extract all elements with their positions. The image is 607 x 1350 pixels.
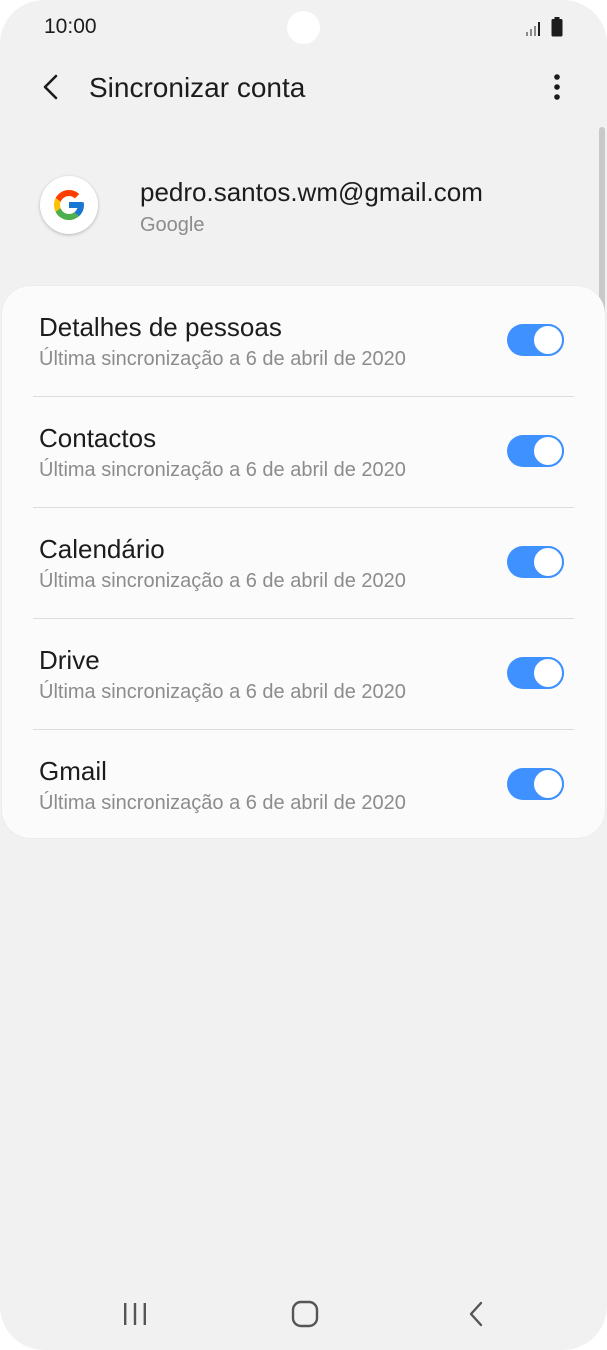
- sync-toggle-switch[interactable]: [507, 657, 564, 689]
- back-button[interactable]: [34, 70, 68, 104]
- account-email: pedro.santos.wm@gmail.com: [140, 177, 483, 207]
- navigation-bar: [0, 1276, 607, 1350]
- phone-screen: 10:00 Sincronizar conta pedro.santos.wm@…: [0, 0, 607, 1350]
- status-time: 10:00: [44, 15, 97, 38]
- sync-toggle-switch[interactable]: [507, 768, 564, 800]
- status-icons: [525, 17, 563, 37]
- sync-item-title: Detalhes de pessoas: [39, 312, 282, 342]
- back-icon: [469, 1301, 483, 1327]
- sync-item-title: Drive: [39, 645, 100, 675]
- sync-item-subtitle: Última sincronização a 6 de abril de 202…: [39, 570, 406, 592]
- sync-toggle-switch[interactable]: [507, 435, 564, 467]
- sync-item-calendario[interactable]: Calendário Última sincronização a 6 de a…: [2, 508, 605, 619]
- sync-item-subtitle: Última sincronização a 6 de abril de 202…: [39, 681, 406, 703]
- more-options-button[interactable]: [543, 70, 571, 104]
- recent-apps-icon: [124, 1303, 146, 1325]
- google-logo-icon: [40, 176, 98, 234]
- sync-item-subtitle: Última sincronização a 6 de abril de 202…: [39, 459, 406, 481]
- sync-item-gmail[interactable]: Gmail Última sincronização a 6 de abril …: [2, 730, 605, 841]
- sync-item-title: Gmail: [39, 756, 107, 786]
- camera-cutout: [287, 11, 320, 44]
- more-vert-icon: [554, 74, 560, 100]
- toggle-knob: [532, 546, 564, 578]
- toggle-knob: [532, 435, 564, 467]
- sync-item-title: Contactos: [39, 423, 157, 453]
- sync-toggle-switch[interactable]: [507, 324, 564, 356]
- sync-item-subtitle: Última sincronização a 6 de abril de 202…: [39, 348, 406, 370]
- nav-back-button[interactable]: [446, 1288, 506, 1340]
- page-title: Sincronizar conta: [89, 72, 306, 103]
- status-bar: 10:00: [0, 0, 607, 56]
- home-icon: [291, 1300, 319, 1328]
- sync-item-drive[interactable]: Drive Última sincronização a 6 de abril …: [2, 619, 605, 730]
- sync-item-contactos[interactable]: Contactos Última sincronização a 6 de ab…: [2, 397, 605, 508]
- toggle-knob: [532, 657, 564, 689]
- account-header: pedro.santos.wm@gmail.com Google: [0, 170, 607, 250]
- recent-apps-button[interactable]: [105, 1288, 165, 1340]
- battery-icon: [551, 17, 563, 37]
- app-bar: Sincronizar conta: [0, 56, 607, 120]
- toggle-knob: [532, 324, 564, 356]
- sync-item-subtitle: Última sincronização a 6 de abril de 202…: [39, 792, 406, 814]
- chevron-left-icon: [43, 74, 58, 100]
- sync-item-title: Calendário: [39, 534, 165, 564]
- account-provider: Google: [140, 214, 205, 236]
- toggle-knob: [532, 768, 564, 800]
- sync-item-detalhes-de-pessoas[interactable]: Detalhes de pessoas Última sincronização…: [2, 286, 605, 397]
- signal-icon: [526, 22, 540, 36]
- home-button[interactable]: [275, 1288, 335, 1340]
- sync-items-card: Detalhes de pessoas Última sincronização…: [2, 286, 605, 838]
- sync-toggle-switch[interactable]: [507, 546, 564, 578]
